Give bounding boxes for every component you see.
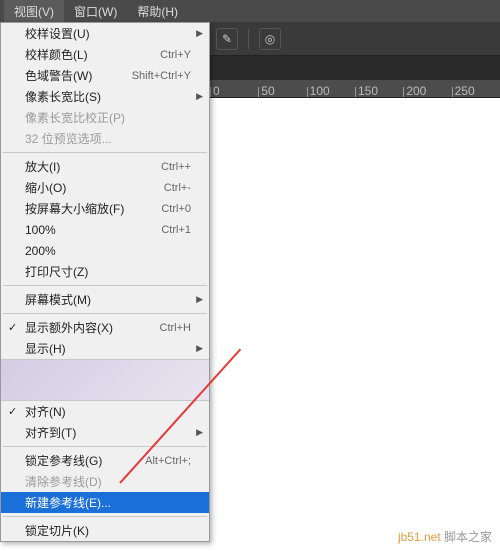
menu-100-percent[interactable]: 100%Ctrl+1 [1,219,209,240]
horizontal-ruler: 0 50 100 150 200 250 [210,80,500,98]
options-bar: ✎ ◎ [210,22,500,56]
submenu-arrow-icon: ▶ [196,294,203,305]
menu-lock-slices[interactable]: 锁定切片(K) [1,520,209,541]
submenu-arrow-icon: ▶ [196,343,203,354]
menu-show[interactable]: 显示(H)▶ [1,338,209,359]
check-icon: ✓ [8,405,17,418]
menu-pixel-aspect-correction: 像素长宽比校正(P) [1,107,209,128]
menu-separator [3,285,207,286]
menu-new-guide[interactable]: 新建参考线(E)... [1,492,209,513]
menu-zoom-in[interactable]: 放大(I)Ctrl++ [1,156,209,177]
menu-separator [3,516,207,517]
menu-pixel-aspect[interactable]: 像素长宽比(S)▶ [1,86,209,107]
menubar: 视图(V) 窗口(W) 帮助(H) [0,0,500,22]
menu-screen-mode[interactable]: 屏幕模式(M)▶ [1,289,209,310]
menu-gamut-warning[interactable]: 色域警告(W)Shift+Ctrl+Y [1,65,209,86]
menu-snap-to[interactable]: 对齐到(T)▶ [1,422,209,443]
menubar-window[interactable]: 窗口(W) [64,0,127,23]
ruler-mark: 50 [258,87,306,97]
submenu-arrow-icon: ▶ [196,91,203,102]
menu-fit-screen[interactable]: 按屏幕大小缩放(F)Ctrl+0 [1,198,209,219]
menu-proof-setup[interactable]: 校样设置(U)▶ [1,23,209,44]
watermark: jb51.net 脚本之家 [398,528,492,545]
tool-icon-b[interactable]: ◎ [259,28,281,50]
menu-separator [3,152,207,153]
document-canvas[interactable] [210,98,500,551]
menu-zoom-out[interactable]: 缩小(O)Ctrl+- [1,177,209,198]
menu-extras[interactable]: ✓显示额外内容(X)Ctrl+H [1,317,209,338]
menu-proof-colors[interactable]: 校样颜色(L)Ctrl+Y [1,44,209,65]
ruler-mark: 250 [452,87,500,97]
menubar-help[interactable]: 帮助(H) [127,0,188,23]
ruler-mark: 200 [403,87,451,97]
toolbar-separator [248,29,249,49]
check-icon: ✓ [8,321,17,334]
ruler-mark: 0 [210,87,258,97]
submenu-arrow-icon: ▶ [196,427,203,438]
submenu-arrow-icon: ▶ [196,28,203,39]
ruler-mark: 150 [355,87,403,97]
menu-separator [3,446,207,447]
tool-icon-a[interactable]: ✎ [216,28,238,50]
menu-masked-region [1,359,209,401]
ruler-mark: 100 [307,87,355,97]
menu-200-percent[interactable]: 200% [1,240,209,261]
view-menu-dropdown: 校样设置(U)▶ 校样颜色(L)Ctrl+Y 色域警告(W)Shift+Ctrl… [0,22,210,542]
menubar-view[interactable]: 视图(V) [4,0,64,23]
menu-32bit-preview: 32 位预览选项... [1,128,209,149]
menu-lock-guides[interactable]: 锁定参考线(G)Alt+Ctrl+; [1,450,209,471]
menu-clear-guides: 清除参考线(D) [1,471,209,492]
menu-print-size[interactable]: 打印尺寸(Z) [1,261,209,282]
menu-separator [3,313,207,314]
